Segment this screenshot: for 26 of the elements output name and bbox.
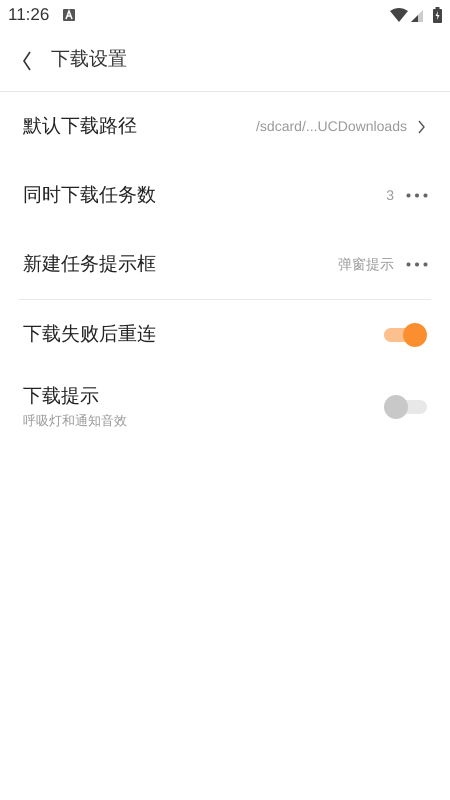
settings-row[interactable]: 下载提示 呼吸灯和通知音效 [0,369,450,438]
setting-label: 同时下载任务数 [23,184,157,208]
wifi-icon [390,8,408,22]
chevron-right-icon [418,120,425,134]
toggle-switch[interactable] [384,394,427,418]
setting-label: 新建任务提示框 [23,252,157,276]
setting-label: 默认下载路径 [23,114,138,138]
notification-icon [63,9,76,21]
setting-value: /sdcard/...UCDownloads [256,117,407,136]
more-icon[interactable] [406,262,428,267]
signal-icon [411,8,425,22]
more-icon[interactable] [406,193,428,198]
setting-value: 3 [386,186,394,205]
setting-value: 弹窗提示 [338,255,394,274]
setting-label: 下载失败后重连 [23,322,157,346]
settings-row[interactable]: 新建任务提示框 弹窗提示 [0,230,450,299]
settings-row[interactable]: 默认下载路径 /sdcard/...UCDownloads [0,92,450,161]
settings-row[interactable]: 下载失败后重连 [0,300,450,369]
status-time: 11:26 [8,4,50,26]
back-icon[interactable] [22,50,32,70]
page-title: 下载设置 [51,48,127,72]
toggle-switch[interactable] [384,322,427,346]
setting-label: 下载提示 [23,384,100,408]
setting-subtitle: 呼吸灯和通知音效 [23,412,128,428]
settings-row[interactable]: 同时下载任务数 3 [0,161,450,230]
battery-icon [433,7,442,23]
